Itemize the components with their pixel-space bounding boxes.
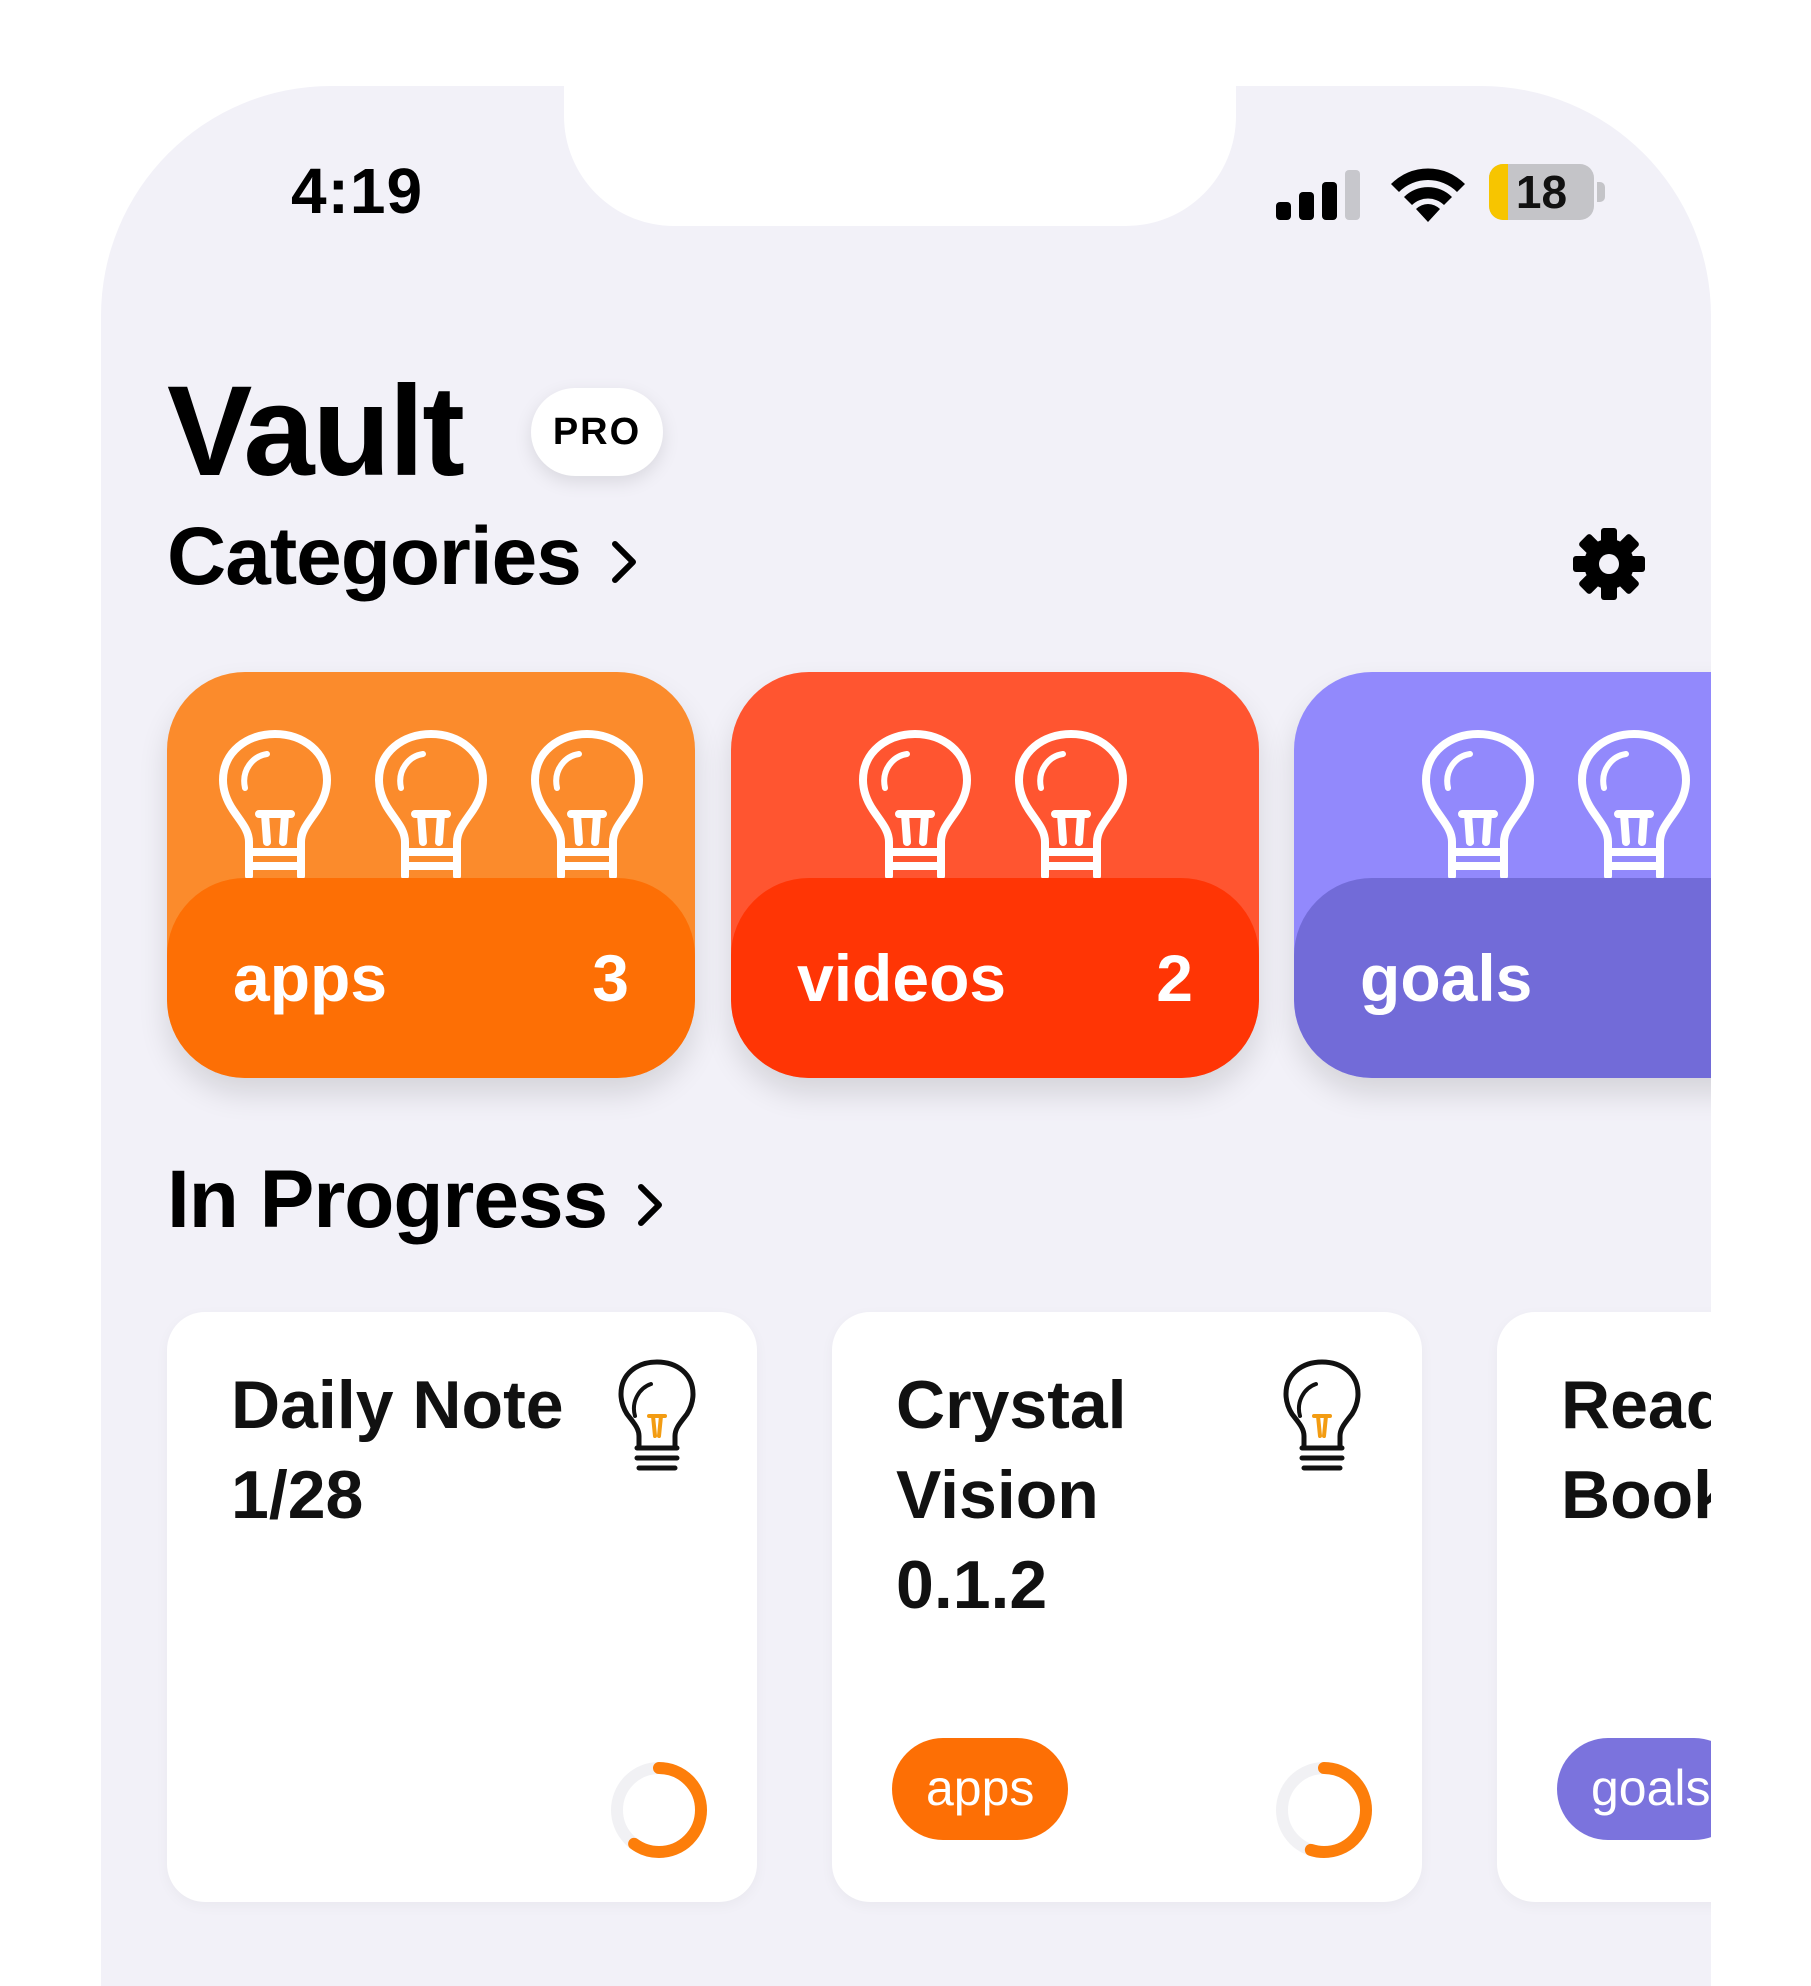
category-bulbs (1422, 730, 1690, 878)
in-progress-heading: In Progress (167, 1154, 608, 1245)
chevron-right-icon (611, 541, 636, 584)
categories-header[interactable]: Categories (167, 516, 637, 598)
battery-level-text: 18 (1515, 166, 1568, 218)
progress-card-title: Read Books (1561, 1360, 1711, 1540)
category-tag[interactable]: goals (1557, 1738, 1711, 1840)
lightbulb-icon (531, 730, 643, 878)
category-tag[interactable]: apps (892, 1738, 1069, 1840)
notch (564, 86, 1236, 226)
lightbulb-icon (617, 1358, 697, 1478)
wifi-icon (1391, 168, 1465, 222)
in-progress-header[interactable]: In Progress (167, 1159, 663, 1241)
category-card-goals[interactable]: goals (1294, 672, 1711, 1078)
progress-card-title: Crystal Vision 0.1.2 (896, 1360, 1276, 1630)
title-line: Vision (896, 1457, 1099, 1533)
status-time: 4:19 (291, 155, 424, 227)
lightbulb-icon (219, 730, 331, 878)
progress-ring (1272, 1758, 1376, 1862)
progress-card-crystal-vision[interactable]: Crystal Vision 0.1.2 apps (832, 1312, 1422, 1902)
pro-badge[interactable]: PRO (531, 388, 663, 476)
progress-ring (607, 1758, 711, 1862)
title-line: Read (1561, 1367, 1711, 1443)
title-line: Daily Note (231, 1367, 564, 1443)
progress-card-title: Daily Note 1/28 (231, 1360, 611, 1540)
category-bulbs (219, 730, 643, 878)
gear-icon[interactable] (1571, 526, 1647, 602)
phone-screen: 4:19 18 Vault PRO Categories apps 3 vide… (101, 86, 1711, 1986)
category-card-videos[interactable]: videos 2 (731, 672, 1259, 1078)
battery-icon: 18 (1489, 164, 1607, 222)
cellular-signal-icon (1276, 170, 1364, 220)
category-count: 2 (1156, 941, 1193, 1015)
title-line: Crystal (896, 1367, 1127, 1443)
lightbulb-icon (1422, 730, 1534, 878)
lightbulb-icon (1282, 1358, 1362, 1478)
page-title: Vault (167, 360, 465, 503)
category-name: apps (233, 941, 388, 1015)
title-line: 0.1.2 (896, 1547, 1048, 1623)
category-name: goals (1360, 941, 1533, 1015)
lightbulb-icon (859, 730, 971, 878)
lightbulb-icon (375, 730, 487, 878)
title-line: Books (1561, 1457, 1711, 1533)
categories-heading: Categories (167, 511, 582, 602)
category-bulbs (859, 730, 1127, 878)
category-card-apps[interactable]: apps 3 (167, 672, 695, 1078)
lightbulb-icon (1015, 730, 1127, 878)
title-line: 1/28 (231, 1457, 364, 1533)
category-name: videos (797, 941, 1007, 1015)
progress-card-read-books[interactable]: Read Books goals (1497, 1312, 1711, 1902)
lightbulb-icon (1578, 730, 1690, 878)
progress-card-daily-note[interactable]: Daily Note 1/28 (167, 1312, 757, 1902)
category-count: 3 (592, 941, 629, 1015)
chevron-right-icon (638, 1184, 663, 1227)
